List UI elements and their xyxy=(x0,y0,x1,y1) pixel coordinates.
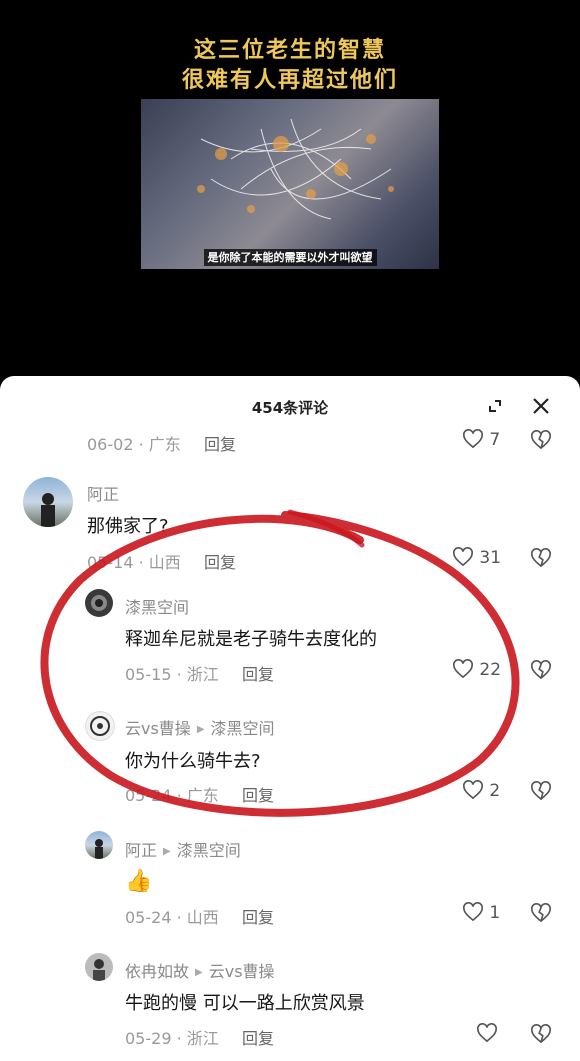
like-button[interactable]: 2 xyxy=(462,780,500,801)
heart-icon xyxy=(453,659,473,679)
dislike-button[interactable] xyxy=(530,430,552,450)
comment-meta: 05-24 · 山西 xyxy=(125,908,219,927)
avatar[interactable] xyxy=(85,831,113,859)
comment-meta: 05-24 · 广东 xyxy=(125,786,219,805)
comment-date: 05-14 xyxy=(87,553,134,572)
comment-author[interactable]: 漆黑空间 xyxy=(125,594,189,618)
avatar[interactable] xyxy=(85,953,113,981)
like-count: 2 xyxy=(489,781,501,801)
reply-to-author[interactable]: 云vs曹操 xyxy=(209,962,275,981)
like-button[interactable] xyxy=(476,1023,498,1044)
heart-icon xyxy=(477,1023,497,1043)
reply-button[interactable]: 回复 xyxy=(204,549,236,573)
reply-arrow-icon: ▶ xyxy=(196,724,205,735)
avatar[interactable] xyxy=(85,711,115,741)
comment-author-line: 依冉如故 ▶ 云vs曹操 xyxy=(125,958,275,982)
like-button[interactable]: 7 xyxy=(462,429,500,450)
dislike-button[interactable] xyxy=(530,660,552,680)
video-subtitle: 是你除了本能的需要以外才叫欲望 xyxy=(203,249,377,266)
comment-location: 浙江 xyxy=(186,1029,219,1048)
reply-button[interactable]: 回复 xyxy=(242,661,274,685)
video-player[interactable]: 这三位老生的智慧 很难有人再超过他们 是你除了本能的需要以外才叫欲望 xyxy=(0,0,580,380)
video-title-line2: 很难有人再超过他们 xyxy=(181,67,398,93)
comment-meta: 05-15 · 浙江 xyxy=(125,665,219,684)
broken-heart-icon xyxy=(531,903,551,923)
broken-heart-icon xyxy=(531,430,551,450)
heart-icon xyxy=(463,780,483,800)
reply-button[interactable]: 回复 xyxy=(204,431,236,455)
reply-arrow-icon: ▶ xyxy=(195,967,203,978)
comment-text: 那佛家了? xyxy=(87,516,169,537)
comment-author[interactable]: 依冉如故 xyxy=(125,962,189,981)
video-frame: 是你除了本能的需要以外才叫欲望 xyxy=(141,99,439,269)
expand-icon[interactable] xyxy=(486,397,504,415)
comment-date: 05-15 xyxy=(125,665,172,684)
video-title-line1: 这三位老生的智慧 xyxy=(193,37,386,63)
comment-date: 05-24 xyxy=(125,908,172,927)
like-count: 22 xyxy=(479,660,502,680)
comment-meta: 05-29 · 浙江 xyxy=(125,1029,219,1048)
dislike-button[interactable] xyxy=(530,781,552,801)
like-count: 1 xyxy=(489,903,501,923)
dislike-button[interactable] xyxy=(530,903,552,923)
comment-meta: 06-02 · 广东 xyxy=(87,435,181,454)
broken-heart-icon xyxy=(531,660,551,680)
avatar[interactable] xyxy=(85,589,113,617)
comment-date: 05-24 xyxy=(125,786,172,805)
avatar[interactable] xyxy=(23,477,73,527)
like-button[interactable]: 31 xyxy=(452,547,501,568)
comment-date: 06-02 xyxy=(87,435,134,454)
comment-author[interactable]: 云vs曹操 xyxy=(125,719,191,738)
comment-location: 山西 xyxy=(186,908,219,927)
reply-arrow-icon: ▶ xyxy=(163,846,171,857)
reply-to-author[interactable]: 漆黑空间 xyxy=(177,841,241,860)
dislike-button[interactable] xyxy=(530,548,552,568)
dislike-button[interactable] xyxy=(530,1024,552,1044)
broken-heart-icon xyxy=(531,548,551,568)
comments-header: 454条评论 xyxy=(0,376,580,436)
heart-icon xyxy=(463,902,483,922)
reply-button[interactable]: 回复 xyxy=(242,782,274,806)
like-count: 31 xyxy=(479,548,502,568)
comment-author-line: 云vs曹操 ▶ 漆黑空间 xyxy=(125,715,275,739)
reply-button[interactable]: 回复 xyxy=(242,1025,274,1049)
comment-text: 释迦牟尼就是老子骑牛去度化的 xyxy=(125,629,377,650)
broken-heart-icon xyxy=(531,781,551,801)
comment-location: 广东 xyxy=(148,435,181,454)
like-button[interactable]: 22 xyxy=(452,659,501,680)
close-icon[interactable] xyxy=(530,395,552,417)
comment-text: 你为什么骑牛去? xyxy=(125,751,261,772)
comment-text: 牛跑的慢 可以一路上欣赏风景 xyxy=(125,993,365,1014)
reply-button[interactable]: 回复 xyxy=(242,904,274,928)
comment-author-line: 阿正 ▶ 漆黑空间 xyxy=(125,837,241,861)
like-count: 7 xyxy=(489,430,501,450)
comment-date: 05-29 xyxy=(125,1029,172,1048)
comment-location: 广东 xyxy=(186,786,219,805)
like-button[interactable]: 1 xyxy=(462,902,500,923)
comments-sheet: 454条评论 06-02 · 广东 回复 7 阿正 那佛家了? 05-14 · … xyxy=(0,376,580,1061)
fire-sparks-image xyxy=(197,118,394,220)
reply-to-author[interactable]: 漆黑空间 xyxy=(211,719,275,738)
heart-icon xyxy=(453,547,473,567)
comment-author[interactable]: 阿正 xyxy=(125,841,157,860)
comment-author[interactable]: 阿正 xyxy=(87,481,119,505)
heart-icon xyxy=(463,429,483,449)
comment-meta: 05-14 · 山西 xyxy=(87,553,181,572)
comment-text: 👍 xyxy=(125,869,153,894)
comment-location: 浙江 xyxy=(186,665,219,684)
broken-heart-icon xyxy=(531,1024,551,1044)
comment-location: 山西 xyxy=(148,553,181,572)
